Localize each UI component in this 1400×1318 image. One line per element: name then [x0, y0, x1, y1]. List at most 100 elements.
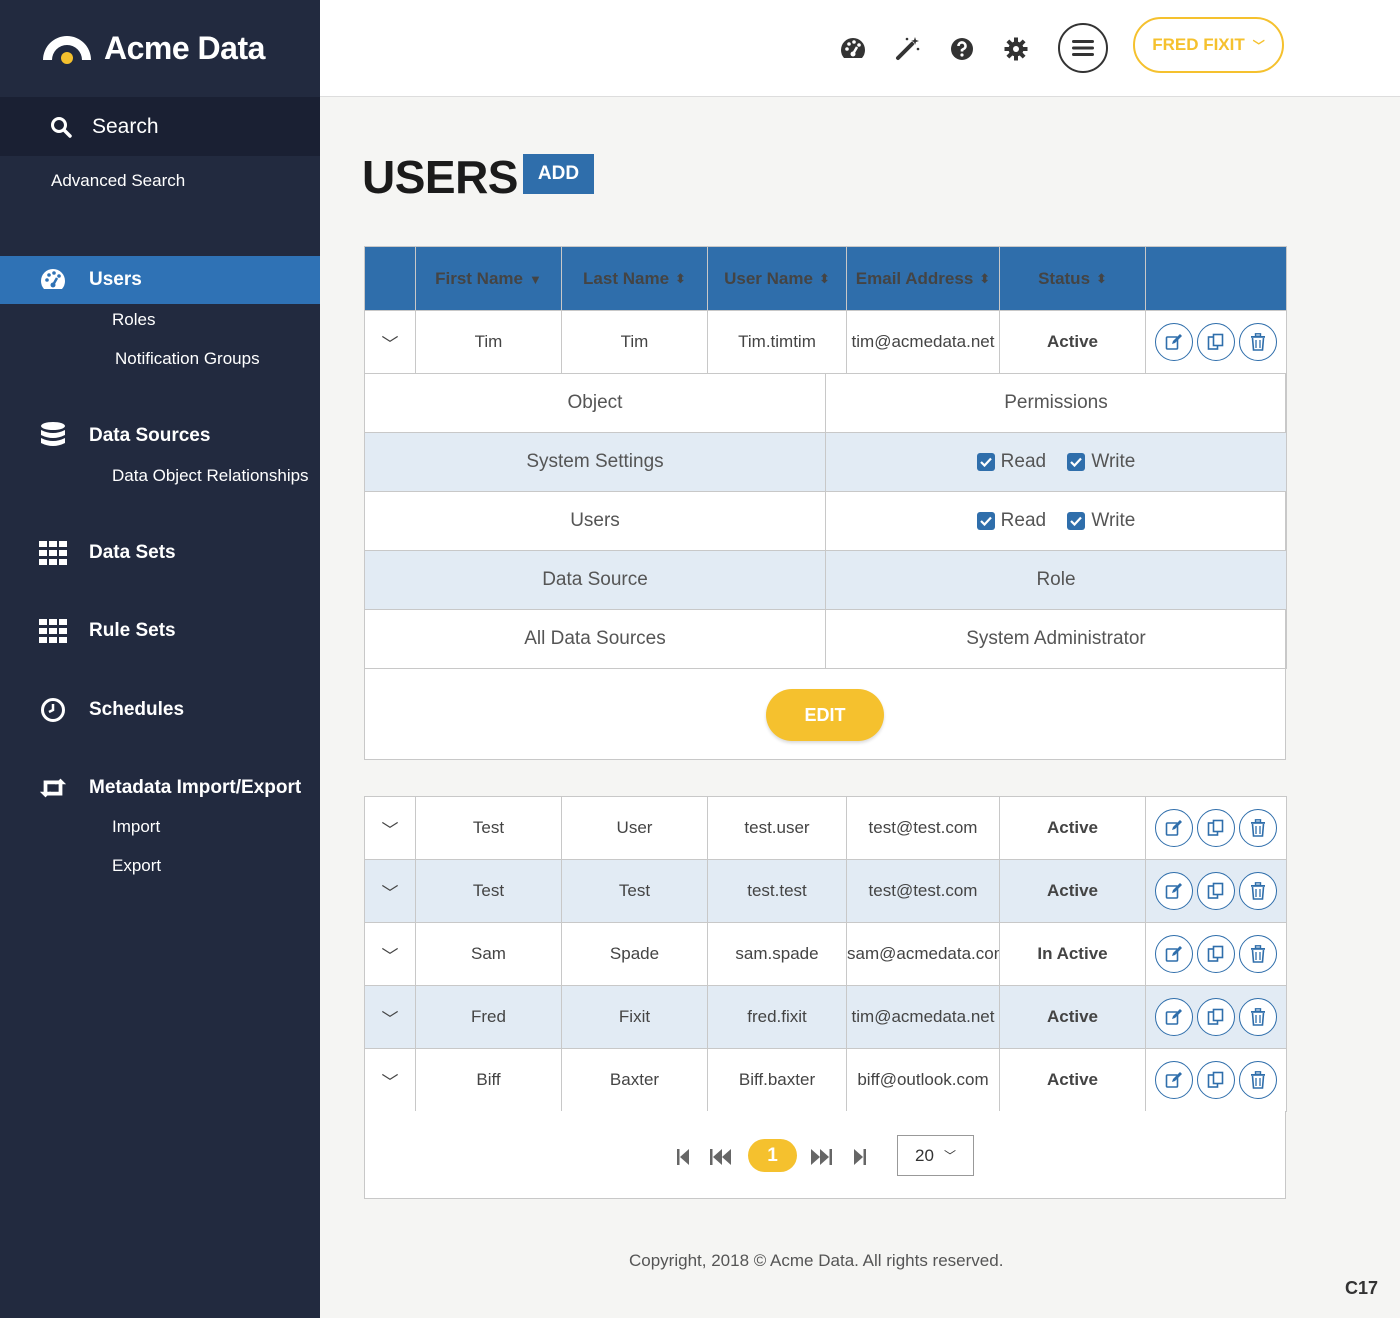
- checkbox-checked-icon: [1067, 453, 1086, 471]
- sidebar-search[interactable]: Search: [0, 97, 320, 156]
- sidebar-item-schedules[interactable]: Schedules: [0, 686, 320, 734]
- expand-toggle[interactable]: ﹀: [364, 1048, 416, 1112]
- magic-wand-icon[interactable]: [893, 33, 923, 63]
- read-checkbox[interactable]: Read: [976, 510, 1046, 532]
- copy-row-button[interactable]: [1197, 1061, 1235, 1099]
- chevron-down-icon: ﹀: [381, 334, 399, 354]
- column-header-first-name[interactable]: First Name ▼: [415, 246, 562, 311]
- cell-last-name: Tim: [561, 310, 708, 374]
- sidebar-item-users[interactable]: Users: [0, 256, 320, 304]
- table-row: ﹀ Sam Spade sam.spade sam@acmedata.com In Act…: [364, 922, 1287, 986]
- add-user-button[interactable]: ADD: [523, 154, 594, 194]
- sidebar-sub-roles[interactable]: Roles: [112, 310, 155, 330]
- sidebar-item-data-sources[interactable]: Data Sources: [0, 412, 320, 460]
- expand-toggle[interactable]: ﹀: [364, 985, 416, 1049]
- delete-row-button[interactable]: [1239, 1061, 1277, 1099]
- previous-page-button[interactable]: [710, 1148, 732, 1166]
- permissions-table: Object Permissions System Settings Read W…: [364, 373, 1287, 669]
- cell-user-name: test.test: [707, 859, 847, 923]
- current-page[interactable]: 1: [748, 1139, 797, 1172]
- sidebar-sub-import[interactable]: Import: [112, 817, 160, 837]
- cell-email: tim@acmedata.net: [846, 985, 1000, 1049]
- sidebar-item-label: Data Sets: [89, 542, 176, 563]
- sidebar-sub-notification-groups[interactable]: Notification Groups: [115, 349, 260, 369]
- cell-first-name: Sam: [415, 922, 562, 986]
- copy-row-button[interactable]: [1197, 872, 1235, 910]
- cell-last-name: Baxter: [561, 1048, 708, 1112]
- edit-row-button[interactable]: [1155, 809, 1193, 847]
- user-menu-button[interactable]: FRED FIXIT ﹀: [1133, 17, 1284, 73]
- column-header-status[interactable]: Status ⬍: [999, 246, 1146, 311]
- write-checkbox[interactable]: Write: [1067, 451, 1135, 473]
- expand-toggle[interactable]: ﹀: [364, 310, 416, 374]
- delete-row-button[interactable]: [1239, 935, 1277, 973]
- copy-row-button[interactable]: [1197, 935, 1235, 973]
- delete-row-button[interactable]: [1239, 323, 1277, 361]
- data-source-value: All Data Sources: [364, 609, 826, 669]
- copy-icon: [1207, 333, 1224, 350]
- grid-icon: [38, 538, 68, 568]
- cell-last-name: Test: [561, 859, 708, 923]
- advanced-search-link[interactable]: Advanced Search: [51, 171, 185, 191]
- chevron-down-icon: ﹀: [381, 1009, 399, 1029]
- cell-email: biff@outlook.com: [846, 1048, 1000, 1112]
- copy-row-button[interactable]: [1197, 998, 1235, 1036]
- edit-row-button[interactable]: [1155, 1061, 1193, 1099]
- sidebar-item-label: Users: [89, 269, 142, 290]
- page-size-select[interactable]: 20 ﹀: [897, 1135, 974, 1176]
- first-page-button[interactable]: [676, 1148, 690, 1166]
- database-icon: [38, 421, 68, 451]
- user-name: FRED FIXIT: [1152, 35, 1245, 54]
- cell-user-name: fred.fixit: [707, 985, 847, 1049]
- cell-actions: [1145, 859, 1287, 923]
- cell-first-name: Test: [415, 796, 562, 860]
- copy-row-button[interactable]: [1197, 323, 1235, 361]
- role-value: System Administrator: [825, 609, 1287, 669]
- sort-icon: ⬍: [1096, 271, 1107, 287]
- expand-toggle[interactable]: ﹀: [364, 796, 416, 860]
- chevron-down-icon: ﹀: [943, 1149, 956, 1163]
- table-row-expanded: ﹀ Tim Tim Tim.timtim tim@acmedata.net Ac…: [364, 310, 1287, 374]
- fast-forward-icon: [811, 1149, 832, 1165]
- sidebar-item-metadata-import-export[interactable]: Metadata Import/Export: [0, 764, 320, 812]
- edit-row-button[interactable]: [1155, 935, 1193, 973]
- menu-button[interactable]: [1058, 23, 1108, 73]
- edit-icon: [1165, 1072, 1182, 1088]
- help-icon[interactable]: [947, 34, 977, 64]
- column-header-label: First Name: [435, 268, 523, 288]
- edit-row-button[interactable]: [1155, 323, 1193, 361]
- user-detail-panel: Object Permissions System Settings Read W…: [364, 373, 1287, 760]
- trash-icon: [1251, 333, 1265, 351]
- edit-row-button[interactable]: [1155, 998, 1193, 1036]
- dashboard-icon[interactable]: [838, 34, 868, 64]
- column-header-email[interactable]: Email Address ⬍: [846, 246, 1000, 311]
- copy-row-button[interactable]: [1197, 809, 1235, 847]
- sidebar-item-rule-sets[interactable]: Rule Sets: [0, 607, 320, 655]
- next-page-button[interactable]: [810, 1148, 832, 1166]
- delete-row-button[interactable]: [1239, 998, 1277, 1036]
- sidebar: Acme Data Search Advanced Search Users R…: [0, 0, 320, 1318]
- column-header-expand: [364, 246, 416, 311]
- expand-toggle[interactable]: ﹀: [364, 859, 416, 923]
- logo[interactable]: Acme Data: [40, 28, 265, 68]
- column-header-last-name[interactable]: Last Name ⬍: [561, 246, 708, 311]
- cell-last-name: Fixit: [561, 985, 708, 1049]
- sidebar-sub-data-object-relationships[interactable]: Data Object Relationships: [112, 466, 309, 486]
- read-checkbox[interactable]: Read: [976, 451, 1046, 473]
- delete-row-button[interactable]: [1239, 872, 1277, 910]
- edit-row-button[interactable]: [1155, 872, 1193, 910]
- gear-icon[interactable]: [1001, 34, 1031, 64]
- sidebar-item-label: Rule Sets: [89, 620, 176, 641]
- first-page-icon: [677, 1149, 689, 1165]
- sidebar-sub-export[interactable]: Export: [112, 856, 161, 876]
- sidebar-item-data-sets[interactable]: Data Sets: [0, 529, 320, 577]
- write-label: Write: [1091, 451, 1136, 472]
- trash-icon: [1251, 1071, 1265, 1089]
- write-checkbox[interactable]: Write: [1067, 510, 1135, 532]
- column-header-user-name[interactable]: User Name ⬍: [707, 246, 847, 311]
- cell-first-name: Tim: [415, 310, 562, 374]
- delete-row-button[interactable]: [1239, 809, 1277, 847]
- expand-toggle[interactable]: ﹀: [364, 922, 416, 986]
- last-page-button[interactable]: [853, 1148, 867, 1166]
- edit-user-button[interactable]: EDIT: [766, 689, 884, 741]
